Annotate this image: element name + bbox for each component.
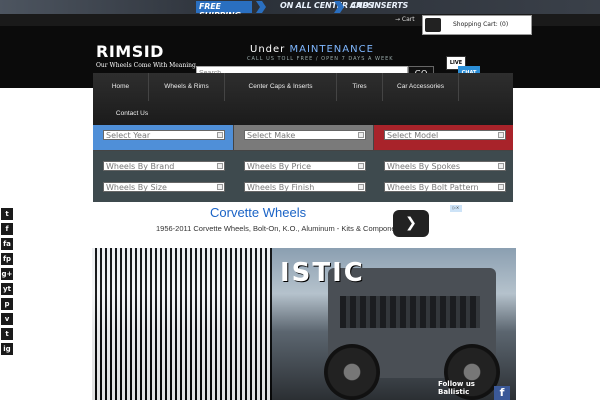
chevron-right-icon (256, 1, 266, 13)
select-wheels-by-bolt-pattern[interactable]: Wheels By Bolt Pattern (384, 182, 506, 192)
select-make[interactable]: Select Make (244, 130, 366, 140)
filter-lower-area (93, 151, 513, 202)
select-make-value: Select Make (247, 131, 296, 140)
ad-next-button[interactable]: ❯ (393, 210, 429, 237)
chevron-down-icon (358, 184, 364, 190)
select-price-value: Wheels By Price (247, 162, 312, 171)
chevron-down-icon (217, 163, 223, 169)
select-model-value: Select Model (387, 131, 439, 140)
maintenance-prefix: Under (250, 44, 286, 55)
chevron-down-icon (498, 132, 504, 138)
select-model[interactable]: Select Model (384, 130, 506, 140)
ad-description: 1956-2011 Corvette Wheels, Bolt-On, K.O.… (156, 224, 406, 233)
chevron-down-icon (498, 163, 504, 169)
select-wheels-by-price[interactable]: Wheels By Price (244, 161, 366, 171)
hero-banner[interactable]: ISTIC (92, 248, 516, 400)
select-size-value: Wheels By Size (106, 183, 167, 192)
ad-banner[interactable]: Corvette Wheels 1956-2011 Corvette Wheel… (93, 202, 513, 253)
google-plus-icon[interactable]: g+ (1, 268, 13, 280)
ad-title[interactable]: Corvette Wheels (210, 205, 306, 220)
cart-summary: Shopping Cart: (0) (453, 21, 509, 28)
pinterest-icon[interactable]: p (1, 298, 13, 310)
follow-us-label: Follow us (438, 380, 475, 388)
facebook-like-icon[interactable]: fa (1, 238, 13, 250)
truck-grill (340, 296, 480, 328)
main-nav: Home Wheels & Rims Center Caps & Inserts… (93, 73, 513, 128)
wheel-image (324, 344, 380, 400)
nav-contact-us[interactable]: Contact Us (93, 100, 171, 128)
hero-stripes (92, 248, 272, 400)
maintenance-subtitle: CALL US TOLL FREE / OPEN 7 DAYS A WEEK (247, 56, 394, 62)
maintenance-word: MAINTENANCE (289, 44, 374, 55)
logo-text: RIMSID (96, 42, 164, 61)
select-bolt-value: Wheels By Bolt Pattern (387, 183, 479, 192)
tumblr-icon[interactable]: t (1, 328, 13, 340)
chevron-down-icon (217, 132, 223, 138)
select-year[interactable]: Select Year (103, 130, 225, 140)
chevron-down-icon (217, 184, 223, 190)
follow-brand-label: Ballistic (438, 388, 470, 396)
select-wheels-by-finish[interactable]: Wheels By Finish (244, 182, 366, 192)
select-spokes-value: Wheels By Spokes (387, 162, 461, 171)
select-brand-value: Wheels By Brand (106, 162, 175, 171)
youtube-icon[interactable]: yt (1, 283, 13, 295)
hero-brand-text: ISTIC (280, 258, 365, 288)
chevron-down-icon (358, 132, 364, 138)
select-wheels-by-spokes[interactable]: Wheels By Spokes (384, 161, 506, 171)
chevron-down-icon (358, 163, 364, 169)
cart-icon (425, 18, 441, 32)
select-year-value: Select Year (106, 131, 151, 140)
adchoices-icon[interactable]: ▷× (450, 205, 462, 212)
facebook-page-icon[interactable]: fp (1, 253, 13, 265)
twitter-icon[interactable]: t (1, 208, 13, 220)
page: FREE SHIPPING ON ALL CENTER CAPS AND INS… (0, 0, 600, 400)
shopping-cart-box[interactable]: Shopping Cart: (0) (422, 15, 532, 35)
nav-wheels-rims[interactable]: Wheels & Rims (149, 73, 225, 101)
maintenance-title: Under MAINTENANCE (250, 44, 374, 55)
free-shipping-label: FREE SHIPPING (196, 1, 252, 20)
wheel-filter-panel: Select Year Select Make Select Model Whe… (93, 125, 513, 202)
promo-banner[interactable]: FREE SHIPPING ON ALL CENTER CAPS AND INS… (0, 0, 600, 20)
nav-center-caps[interactable]: Center Caps & Inserts (225, 73, 337, 101)
facebook-icon[interactable]: f (494, 386, 510, 400)
select-wheels-by-brand[interactable]: Wheels By Brand (103, 161, 225, 171)
ad-pager[interactable] (258, 238, 272, 253)
chevron-down-icon (498, 184, 504, 190)
select-wheels-by-size[interactable]: Wheels By Size (103, 182, 225, 192)
nav-car-accessories[interactable]: Car Accessories (383, 73, 459, 101)
facebook-icon[interactable]: f (1, 223, 13, 235)
instagram-icon[interactable]: ig (1, 343, 13, 355)
logo-tagline: Our Wheels Come With Meaning (96, 62, 196, 69)
nav-home[interactable]: Home (93, 73, 149, 101)
vimeo-icon[interactable]: v (1, 313, 13, 325)
select-finish-value: Wheels By Finish (247, 183, 315, 192)
site-logo[interactable]: RIMSID Our Wheels Come With Meaning (96, 42, 196, 70)
promo-inserts: AND INSERTS (350, 1, 409, 10)
nav-tires[interactable]: Tires (337, 73, 383, 101)
cart-link[interactable]: → Cart (395, 16, 415, 23)
hero-follow-text: Follow us Ballistic (438, 380, 475, 396)
